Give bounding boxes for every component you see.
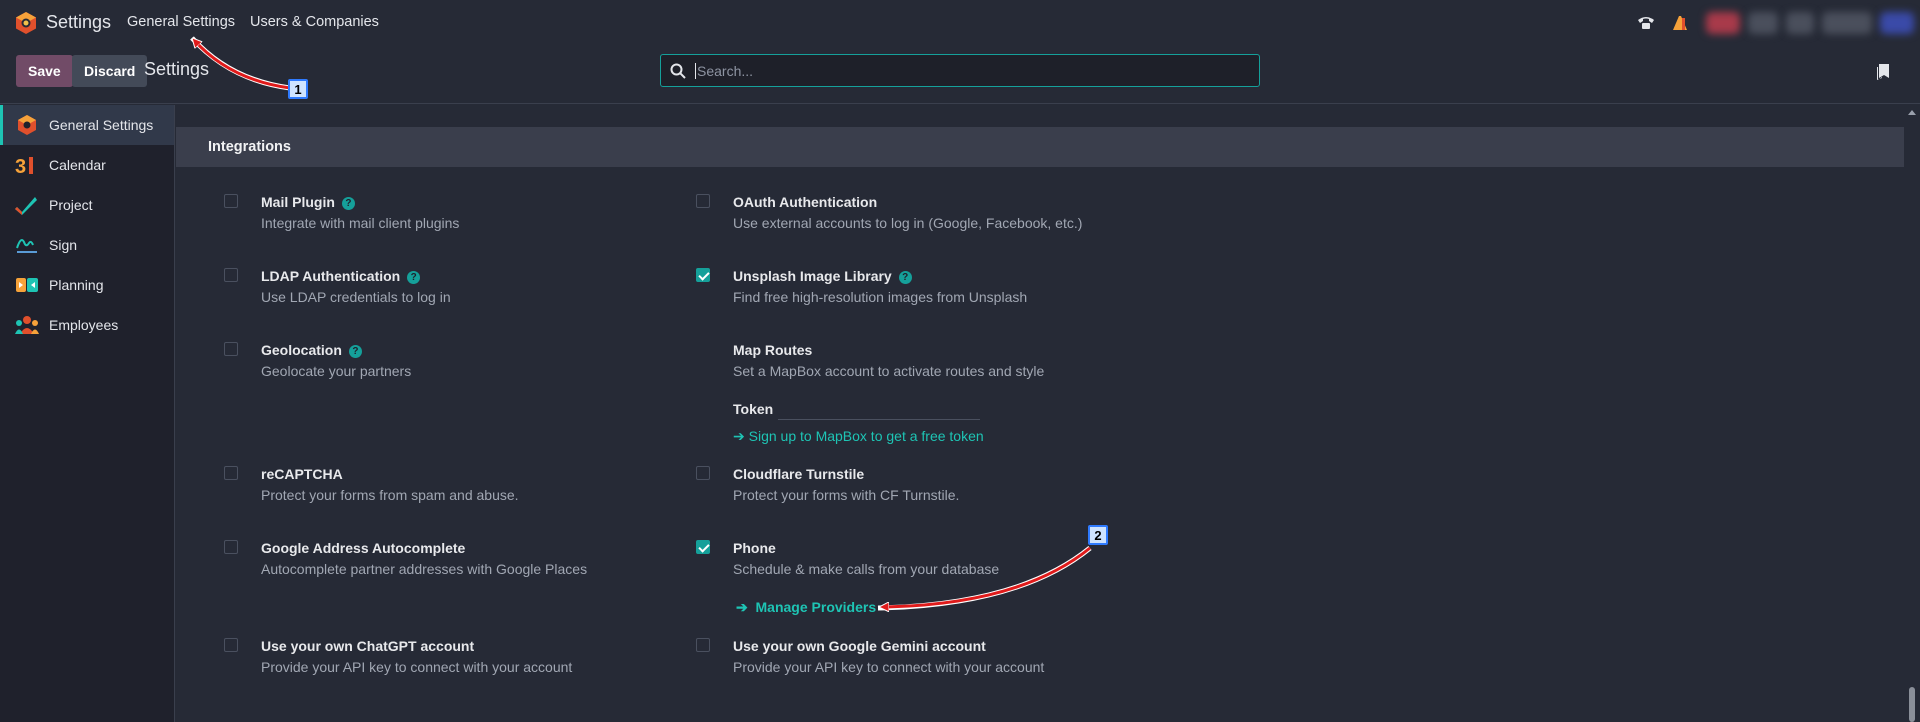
oauth-desc: Use external accounts to log in (Google,… [733,215,1083,231]
search-icon [670,63,686,79]
turnstile-desc: Protect your forms with CF Turnstile. [733,487,960,503]
discard-button[interactable]: Discard [72,55,148,87]
recaptcha-desc: Protect your forms from spam and abuse. [261,487,519,503]
systray [1622,8,1920,38]
oauth-checkbox[interactable] [696,194,710,208]
chatgpt-title: Use your own ChatGPT account [261,638,475,654]
project-app-icon [15,197,37,215]
text-cursor [695,62,696,79]
help-icon[interactable]: ? [341,197,355,210]
sidebar-item-label: Employees [49,317,119,333]
oauth-title: OAuth Authentication [733,194,878,210]
chatgpt-checkbox[interactable] [224,638,238,652]
search-bar[interactable] [660,54,1260,87]
sidebar-item-planning[interactable]: Planning [0,265,174,305]
phone-title: Phone [733,540,776,556]
employees-app-icon [15,316,39,334]
chatgpt-desc: Provide your API key to connect with you… [261,659,573,675]
recaptcha-title: reCAPTCHA [261,466,343,482]
calendar-app-icon: 3 [15,156,33,176]
save-button[interactable]: Save [16,55,73,87]
sign-app-icon [16,239,37,253]
ldap-title: LDAP Authentication? [261,268,421,284]
settings-sidebar: General Settings 3 Calendar Project Sign… [0,105,175,722]
section-header-integrations: Integrations [176,127,1904,167]
gemini-checkbox[interactable] [696,638,710,652]
annotation-badge-2: 2 [1088,525,1108,545]
help-icon[interactable]: ? [898,271,912,284]
app-name[interactable]: Settings [46,12,111,33]
help-icon[interactable]: ? [407,271,421,284]
sidebar-item-label: General Settings [49,117,154,133]
sidebar-item-sign[interactable]: Sign [0,225,174,265]
scrollbar[interactable] [1904,105,1920,722]
phone-checkbox[interactable] [696,540,710,554]
sidebar-item-label: Sign [49,237,78,253]
menu-users-companies[interactable]: Users & Companies [250,14,379,30]
turnstile-checkbox[interactable] [696,466,710,480]
help-icon[interactable]: ? [348,345,362,358]
ldap-desc: Use LDAP credentials to log in [261,289,451,305]
mapbox-signup-link[interactable]: ➔ Sign up to MapBox to get a free token [733,428,984,445]
blurred-systray-item[interactable] [1748,12,1778,34]
top-navbar: Settings General Settings Users & Compan… [0,0,1920,46]
settings-app-logo-icon[interactable] [14,11,38,35]
svg-text:3: 3 [15,156,26,176]
blurred-systray-item[interactable] [1706,12,1740,34]
mail-plugin-desc: Integrate with mail client plugins [261,215,460,231]
sidebar-item-label: Planning [49,277,104,293]
unsplash-title: Unsplash Image Library? [733,268,912,284]
phone-icon[interactable] [1636,15,1656,31]
blurred-user-avatar[interactable] [1880,12,1914,34]
google-address-title: Google Address Autocomplete [261,540,466,556]
search-input[interactable] [697,62,1237,79]
phone-desc: Schedule & make calls from your database [733,561,1000,577]
blurred-systray-item[interactable] [1822,12,1872,34]
page-title: Settings [144,59,210,79]
unsplash-checkbox[interactable] [696,268,710,282]
ai-icon[interactable] [1670,14,1690,32]
map-routes-desc: Set a MapBox account to activate routes … [733,363,1045,379]
recaptcha-checkbox[interactable] [224,466,238,480]
google-address-desc: Autocomplete partner addresses with Goog… [261,561,588,577]
map-routes-title: Map Routes [733,342,813,358]
scroll-up-arrow-icon[interactable] [1908,110,1916,115]
menu-general-settings[interactable]: General Settings [127,14,235,30]
mail-plugin-title: Mail Plugin? [261,194,355,210]
google-address-checkbox[interactable] [224,540,238,554]
gemini-title: Use your own Google Gemini account [733,638,986,654]
sidebar-item-employees[interactable]: Employees [0,305,174,345]
settings-app-icon [18,115,36,135]
blurred-systray-item[interactable] [1786,12,1814,34]
manage-providers-link[interactable]: ➔ Manage Providers [736,599,876,616]
token-label: Token [733,401,774,417]
annotation-badge-1: 1 [288,79,308,99]
ldap-checkbox[interactable] [224,268,238,282]
sidebar-item-general-settings[interactable]: General Settings [0,105,174,145]
geolocation-checkbox[interactable] [224,342,238,356]
settings-content: Integrations Mail Plugin? Integrate with… [176,105,1920,722]
sidebar-item-label: Calendar [49,157,106,173]
sidebar-item-calendar[interactable]: 3 Calendar [0,145,174,185]
scrollbar-thumb[interactable] [1909,687,1915,722]
geolocation-title: Geolocation? [261,342,362,358]
geolocation-desc: Geolocate your partners [261,363,412,379]
turnstile-title: Cloudflare Turnstile [733,466,865,482]
sidebar-item-project[interactable]: Project [0,185,174,225]
mail-plugin-checkbox[interactable] [224,194,238,208]
sidebar-item-label: Project [49,197,93,213]
planning-app-icon [16,278,38,292]
unsplash-desc: Find free high-resolution images from Un… [733,289,1028,305]
bookmark-icon[interactable] [1876,64,1890,80]
token-input[interactable] [778,419,980,420]
gemini-desc: Provide your API key to connect with you… [733,659,1045,675]
